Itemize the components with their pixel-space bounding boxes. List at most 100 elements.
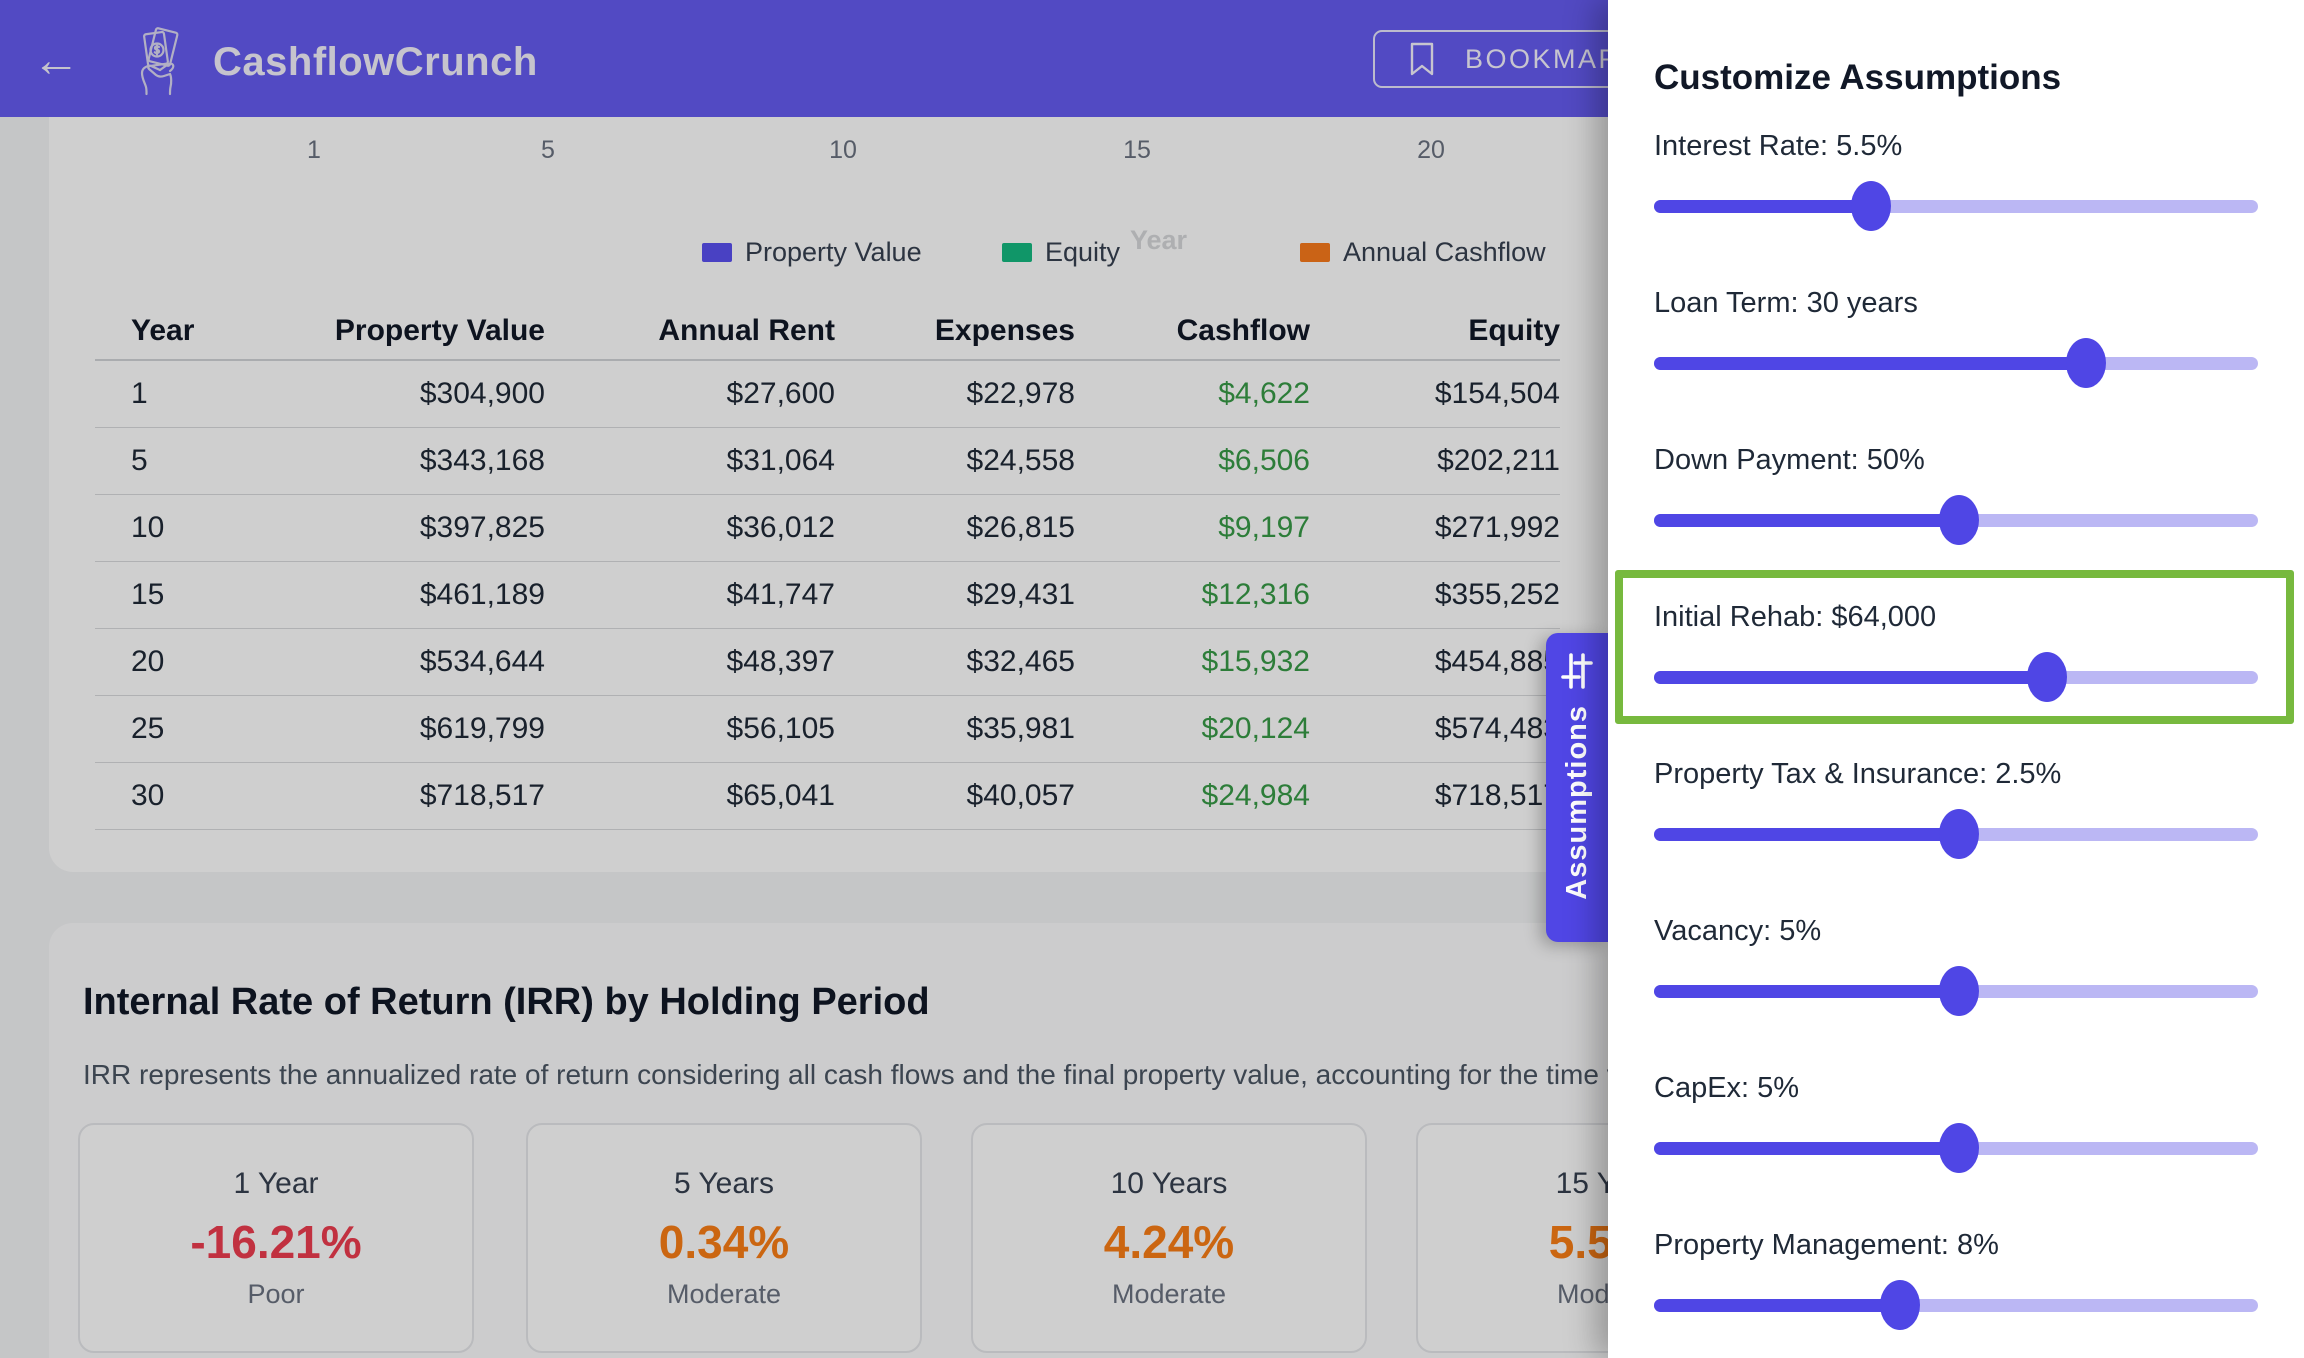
slider-track[interactable] (1654, 1299, 2258, 1312)
irr-rating-label: Moderate (1112, 1279, 1226, 1310)
irr-value: -16.21% (190, 1215, 361, 1269)
table-cell: 10 (95, 511, 215, 545)
slider-track[interactable] (1654, 671, 2258, 684)
back-button[interactable]: ← (26, 36, 86, 86)
table-cell: $48,397 (545, 645, 835, 679)
assumptions-tab[interactable]: Assumptions (1546, 633, 1608, 942)
slider-fill (1654, 200, 1871, 213)
table-header-cell: Equity (1310, 314, 1560, 348)
slider-label: Down Payment: 50% (1654, 444, 1925, 477)
table-cell: $271,992 (1310, 511, 1560, 545)
legend-label: Annual Cashflow (1343, 237, 1546, 268)
table-cell: $32,465 (835, 645, 1075, 679)
legend-swatch-icon (702, 243, 732, 262)
slider-thumb[interactable] (1939, 1123, 1979, 1173)
irr-metric-card: 5 Years0.34%Moderate (526, 1123, 922, 1353)
table-header-cell: Cashflow (1075, 314, 1310, 348)
table-cell: $40,057 (835, 779, 1075, 813)
table-cell: $4,622 (1075, 377, 1310, 411)
legend-item: Property Value (702, 237, 922, 267)
slider-fill (1654, 1299, 1900, 1312)
slider-label: Vacancy: 5% (1654, 915, 1821, 948)
slider-thumb[interactable] (2066, 338, 2106, 388)
table-cell: $454,885 (1310, 645, 1560, 679)
table-cell: $534,644 (215, 645, 545, 679)
slider-row: Down Payment: 50% (1654, 444, 2258, 554)
table-cell: 15 (95, 578, 215, 612)
irr-period-label: 10 Years (1111, 1167, 1228, 1201)
table-cell: $15,932 (1075, 645, 1310, 679)
slider-track[interactable] (1654, 828, 2258, 841)
legend-swatch-icon (1300, 243, 1330, 262)
irr-value: 0.34% (659, 1215, 789, 1269)
slider-track[interactable] (1654, 357, 2258, 370)
table-header-cell: Annual Rent (545, 314, 835, 348)
table-cell: $35,981 (835, 712, 1075, 746)
slider-track[interactable] (1654, 514, 2258, 527)
slider-thumb[interactable] (1851, 181, 1891, 231)
bookmark-icon (1409, 42, 1435, 76)
slider-track[interactable] (1654, 1142, 2258, 1155)
irr-rating-label: Moderate (667, 1279, 781, 1310)
slider-row: CapEx: 5% (1654, 1072, 2258, 1182)
slider-row: Loan Term: 30 years (1654, 287, 2258, 397)
slider-track[interactable] (1654, 985, 2258, 998)
table-cell: $56,105 (545, 712, 835, 746)
irr-section-description: IRR represents the annualized rate of re… (83, 1059, 1802, 1091)
chart-x-tick: 20 (1417, 136, 1445, 165)
irr-value: 4.24% (1104, 1215, 1234, 1269)
table-cell: $26,815 (835, 511, 1075, 545)
table-body: 1$304,900$27,600$22,978$4,622$154,5045$3… (95, 361, 1560, 830)
irr-period-label: 1 Year (233, 1167, 318, 1201)
table-header-cell: Property Value (215, 314, 545, 348)
slider-row: Initial Rehab: $64,000 (1654, 601, 2258, 711)
table-row: 5$343,168$31,064$24,558$6,506$202,211 (95, 428, 1560, 495)
table-row: 20$534,644$48,397$32,465$15,932$454,885 (95, 629, 1560, 696)
table-cell: 5 (95, 444, 215, 478)
chart-x-tick: 15 (1123, 136, 1151, 165)
table-cell: $31,064 (545, 444, 835, 478)
legend-label: Equity (1045, 237, 1120, 268)
irr-rating-label: Poor (247, 1279, 304, 1310)
table-row: 25$619,799$56,105$35,981$20,124$574,483 (95, 696, 1560, 763)
slider-thumb[interactable] (1939, 809, 1979, 859)
slider-label: Property Management: 8% (1654, 1229, 1999, 1262)
slider-label: Initial Rehab: $64,000 (1654, 601, 1936, 634)
projection-card: 15101520 Year Property ValueEquityAnnual… (49, 117, 1680, 872)
slider-fill (1654, 985, 1959, 998)
table-cell: $20,124 (1075, 712, 1310, 746)
table-cell: $36,012 (545, 511, 835, 545)
table-cell: 25 (95, 712, 215, 746)
sliders-icon (1560, 653, 1594, 689)
table-cell: $24,558 (835, 444, 1075, 478)
slider-fill (1654, 357, 2086, 370)
table-row: 10$397,825$36,012$26,815$9,197$271,992 (95, 495, 1560, 562)
assumptions-tab-label: Assumptions (1561, 705, 1594, 900)
table-cell: 20 (95, 645, 215, 679)
slider-row: Property Management: 8% (1654, 1229, 2258, 1339)
slider-label: Interest Rate: 5.5% (1654, 130, 1902, 163)
app-title: CashflowCrunch (213, 40, 538, 85)
table-cell: $461,189 (215, 578, 545, 612)
slider-label: CapEx: 5% (1654, 1072, 1799, 1105)
table-cell: $574,483 (1310, 712, 1560, 746)
slider-thumb[interactable] (1939, 495, 1979, 545)
legend-item: Equity (1002, 237, 1120, 267)
slider-thumb[interactable] (1939, 966, 1979, 1016)
table-cell: $24,984 (1075, 779, 1310, 813)
assumptions-panel-title: Customize Assumptions (1654, 58, 2061, 98)
table-cell: $355,252 (1310, 578, 1560, 612)
table-cell: $304,900 (215, 377, 545, 411)
slider-thumb[interactable] (2027, 652, 2067, 702)
table-cell: $65,041 (545, 779, 835, 813)
cash-in-hand-logo-icon (136, 26, 186, 96)
slider-thumb[interactable] (1880, 1280, 1920, 1330)
table-cell: $397,825 (215, 511, 545, 545)
slider-row: Interest Rate: 5.5% (1654, 130, 2258, 240)
slider-track[interactable] (1654, 200, 2258, 213)
slider-label: Property Tax & Insurance: 2.5% (1654, 758, 2061, 791)
table-cell: $619,799 (215, 712, 545, 746)
table-row: 15$461,189$41,747$29,431$12,316$355,252 (95, 562, 1560, 629)
legend-swatch-icon (1002, 243, 1032, 262)
table-cell: $154,504 (1310, 377, 1560, 411)
